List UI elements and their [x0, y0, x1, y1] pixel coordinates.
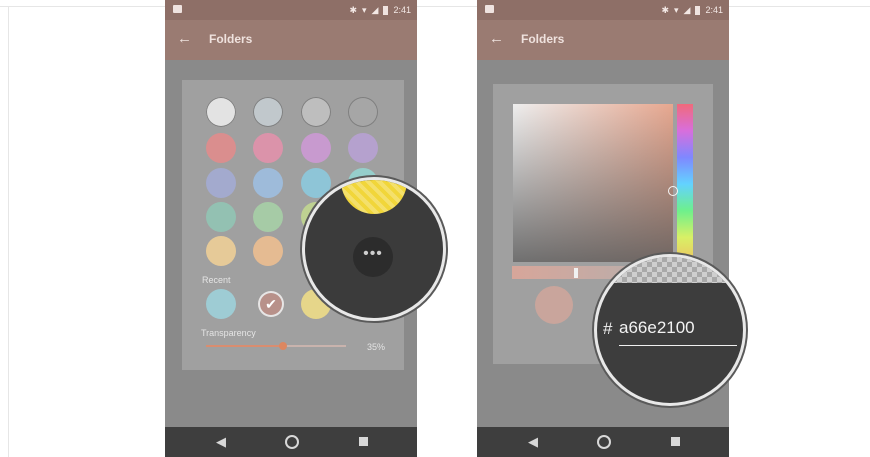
nav-back-icon[interactable]: ◀ — [528, 434, 538, 450]
page-title: Folders — [209, 32, 253, 46]
bluetooth-icon: ✱ — [349, 5, 358, 15]
color-swatch[interactable] — [206, 133, 236, 163]
saturation-value-picker[interactable] — [513, 104, 673, 262]
nav-home-icon[interactable] — [597, 435, 611, 449]
slider-fill — [206, 345, 283, 347]
transparency-value: 35% — [367, 342, 386, 352]
hue-slider[interactable] — [677, 104, 693, 264]
transparency-label: Transparency — [201, 328, 256, 338]
nav-recents-icon[interactable] — [359, 437, 368, 446]
color-swatch[interactable] — [206, 202, 236, 232]
signal-icon: ◢ — [371, 5, 379, 15]
hue-cursor[interactable] — [668, 186, 678, 196]
hex-color-input[interactable] — [619, 317, 737, 339]
status-bar: ✱ ▾ ◢ 2:41 — [165, 0, 417, 20]
alpha-checker-preview — [597, 257, 743, 283]
color-swatch[interactable] — [348, 133, 378, 163]
magnifier-right: # — [594, 254, 746, 406]
status-time: 2:41 — [393, 5, 411, 15]
nav-bar: ◀ — [165, 427, 417, 457]
color-swatch[interactable] — [206, 236, 236, 266]
nav-bar: ◀ — [477, 427, 729, 457]
app-bar: ← Folders — [477, 20, 729, 60]
color-swatch[interactable] — [253, 133, 283, 163]
battery-icon — [383, 5, 389, 15]
hex-input-underline — [619, 345, 737, 346]
status-bar: ✱ ▾ ◢ 2:41 — [477, 0, 729, 20]
color-swatch[interactable] — [253, 97, 283, 127]
hex-prefix: # — [603, 319, 613, 338]
color-swatch[interactable] — [301, 133, 331, 163]
wifi-icon: ▾ — [362, 5, 367, 15]
signal-icon: ◢ — [683, 5, 691, 15]
color-swatch[interactable] — [206, 168, 236, 198]
color-swatch[interactable] — [301, 97, 331, 127]
alpha-cursor[interactable] — [574, 268, 578, 278]
notification-icon — [485, 5, 494, 13]
back-arrow-icon[interactable]: ← — [177, 30, 192, 47]
more-colors-button[interactable]: ••• — [353, 237, 393, 277]
color-swatch[interactable] — [253, 168, 283, 198]
slider-thumb[interactable] — [279, 342, 287, 350]
page-title: Folders — [521, 32, 565, 46]
notification-icon — [173, 5, 182, 13]
color-swatch[interactable] — [253, 202, 283, 232]
color-swatch[interactable] — [253, 236, 283, 266]
color-swatch[interactable] — [348, 97, 378, 127]
nav-recents-icon[interactable] — [671, 437, 680, 446]
transparency-slider[interactable] — [206, 342, 346, 350]
bluetooth-icon: ✱ — [661, 5, 670, 15]
nav-back-icon[interactable]: ◀ — [216, 434, 226, 450]
color-swatch[interactable] — [206, 97, 236, 127]
battery-icon — [695, 5, 701, 15]
yellow-swatch-preview — [341, 180, 407, 214]
app-bar: ← Folders — [165, 20, 417, 60]
recent-swatch[interactable] — [206, 289, 236, 319]
back-arrow-icon[interactable]: ← — [489, 30, 504, 47]
recent-label: Recent — [202, 275, 231, 285]
nav-home-icon[interactable] — [285, 435, 299, 449]
wifi-icon: ▾ — [674, 5, 679, 15]
magnifier-left: ••• — [302, 177, 446, 321]
recent-swatch-selected[interactable]: ✔ — [258, 291, 284, 317]
status-time: 2:41 — [705, 5, 723, 15]
color-preview — [535, 286, 573, 324]
